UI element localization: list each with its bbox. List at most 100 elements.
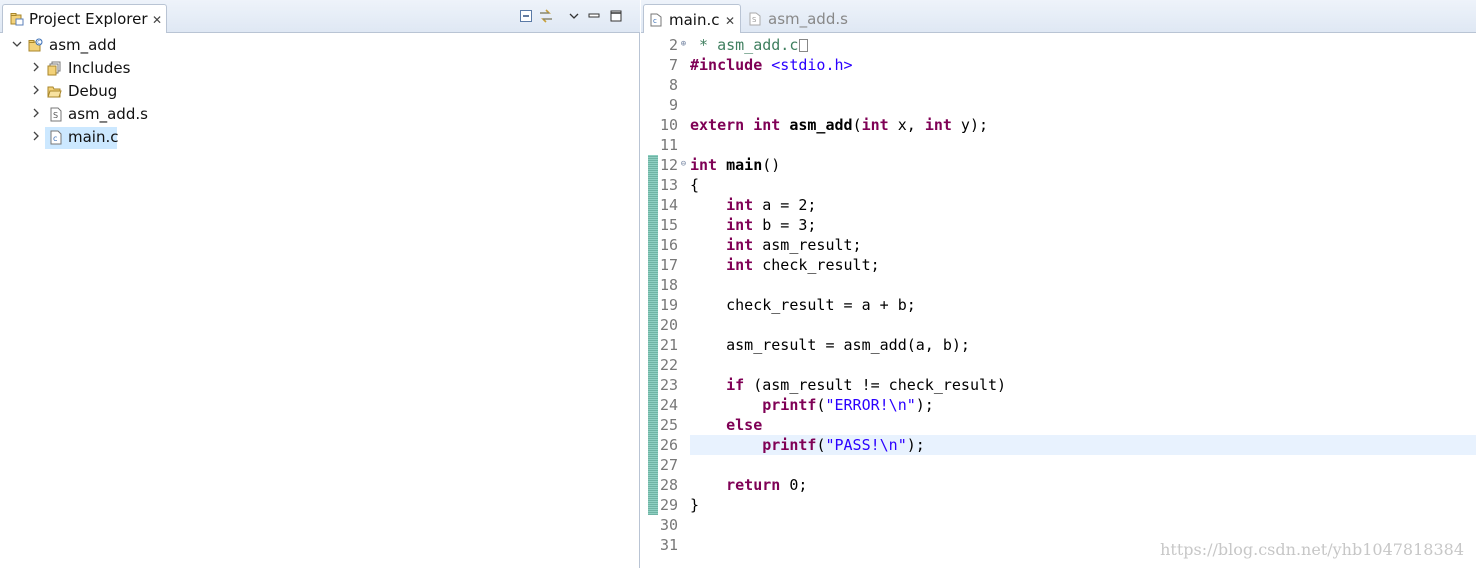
code-text: int check_result; [690,255,1476,275]
code-line[interactable]: 19 check_result = a + b; [641,295,1476,315]
code-line[interactable]: 27 [641,455,1476,475]
chevron-right-icon[interactable] [31,131,41,141]
code-token: } [690,496,700,514]
code-line[interactable]: 25 else [641,415,1476,435]
svg-text:c: c [653,17,657,25]
code-text: printf("PASS!\n"); [690,435,1476,455]
line-number: 24 [659,396,678,414]
maximize-icon[interactable] [608,8,624,24]
code-token: () [762,156,781,174]
tree-item-asm-add-s[interactable]: S asm_add.s [0,104,300,126]
code-line[interactable]: 9 [641,95,1476,115]
code-line[interactable]: 12 ⊖ int main() [641,155,1476,175]
code-line[interactable]: 14 int a = 2; [641,195,1476,215]
code-token: int [726,256,754,274]
line-number: 25 [659,416,678,434]
tab-asm-add-s[interactable]: S asm_add.s [743,4,853,33]
project-explorer-tab[interactable]: Project Explorer ✕ [2,4,167,33]
code-line[interactable]: 21 asm_result = asm_add(a, b); [641,335,1476,355]
tree-item-debug[interactable]: Debug [0,81,300,103]
expand-fold-icon[interactable]: ⊕ [679,40,688,49]
code-line[interactable]: 13 { [641,175,1476,195]
line-number: 18 [659,276,678,294]
line-number: 14 [659,196,678,214]
link-with-editor-icon[interactable] [538,8,554,24]
line-number: 9 [668,96,678,114]
code-text: else [690,415,1476,435]
code-line[interactable]: 30 [641,515,1476,535]
collapse-fold-icon[interactable]: ⊖ [679,160,688,169]
code-line[interactable]: 26 printf("PASS!\n"); [641,435,1476,455]
svg-text:c: c [53,134,57,143]
code-token: else [726,416,763,434]
code-line[interactable]: 28 return 0; [641,475,1476,495]
code-token: return [726,476,781,494]
code-token: x, [888,116,925,134]
code-line[interactable]: 2 ⊕ * asm_add.c [641,35,1476,55]
code-token: int [861,116,889,134]
code-text: int a = 2; [690,195,1476,215]
code-line[interactable]: 15 int b = 3; [641,215,1476,235]
view-menu-icon[interactable] [566,8,582,24]
code-line[interactable]: 23 if (asm_result != check_result) [641,375,1476,395]
code-line[interactable]: 10 extern int asm_add(int x, int y); [641,115,1476,135]
code-line[interactable]: 29} [641,495,1476,515]
code-line[interactable]: 20 [641,315,1476,335]
collapsed-indicator-icon[interactable] [799,39,809,52]
includes-icon [47,61,61,76]
code-line[interactable]: 18 [641,275,1476,295]
line-number: 2 [668,36,678,54]
chevron-down-icon[interactable] [12,39,22,49]
chevron-right-icon[interactable] [31,85,41,95]
code-token: int [726,236,754,254]
code-token: int [690,156,718,174]
tree-item-includes[interactable]: Includes [0,58,300,80]
code-line[interactable]: 22 [641,355,1476,375]
code-text: * asm_add.c [690,35,1476,55]
minimize-icon[interactable] [586,8,602,24]
project-explorer-title: Project Explorer [29,10,148,28]
code-text: int main() [690,155,1476,175]
code-token: * asm_add.c [690,36,799,54]
tree-item-asm-add[interactable]: C asm_add [0,35,300,57]
chevron-right-icon[interactable] [31,62,41,72]
code-line[interactable]: 16 int asm_result; [641,235,1476,255]
close-icon[interactable]: ✕ [152,14,162,26]
code-text: { [690,175,1476,195]
project-explorer-view: Project Explorer ✕ C asm_add Includes De… [0,0,640,568]
line-number: 30 [659,516,678,534]
code-line[interactable]: 7 #include <stdio.h> [641,55,1476,75]
collapse-all-icon[interactable] [518,8,534,24]
close-icon[interactable]: ✕ [725,15,735,27]
tab-main-c[interactable]: c main.c ✕ [643,4,741,33]
line-number: 10 [659,116,678,134]
watermark: https://blog.csdn.net/yhb1047818384 [1160,540,1464,559]
code-text: asm_result = asm_add(a, b); [690,335,1476,355]
editor-area: c main.c ✕ S asm_add.s 2 ⊕ * asm_add.c 7 #i… [641,0,1476,568]
tree-item-label: asm_add [49,36,117,54]
code-line[interactable]: 8 [641,75,1476,95]
line-number: 22 [659,356,678,374]
code-token: printf [762,436,817,454]
code-token: main [726,156,763,174]
tree-item-main-c[interactable]: c main.c [0,127,300,149]
code-line[interactable]: 17 int check_result; [641,255,1476,275]
chevron-right-icon[interactable] [31,108,41,118]
project-explorer-header: Project Explorer ✕ [0,0,640,33]
code-line[interactable]: 24 printf("ERROR!\n"); [641,395,1476,415]
code-text: check_result = a + b; [690,295,1476,315]
code-line[interactable]: 11 [641,135,1476,155]
view-toolbar [518,8,628,24]
